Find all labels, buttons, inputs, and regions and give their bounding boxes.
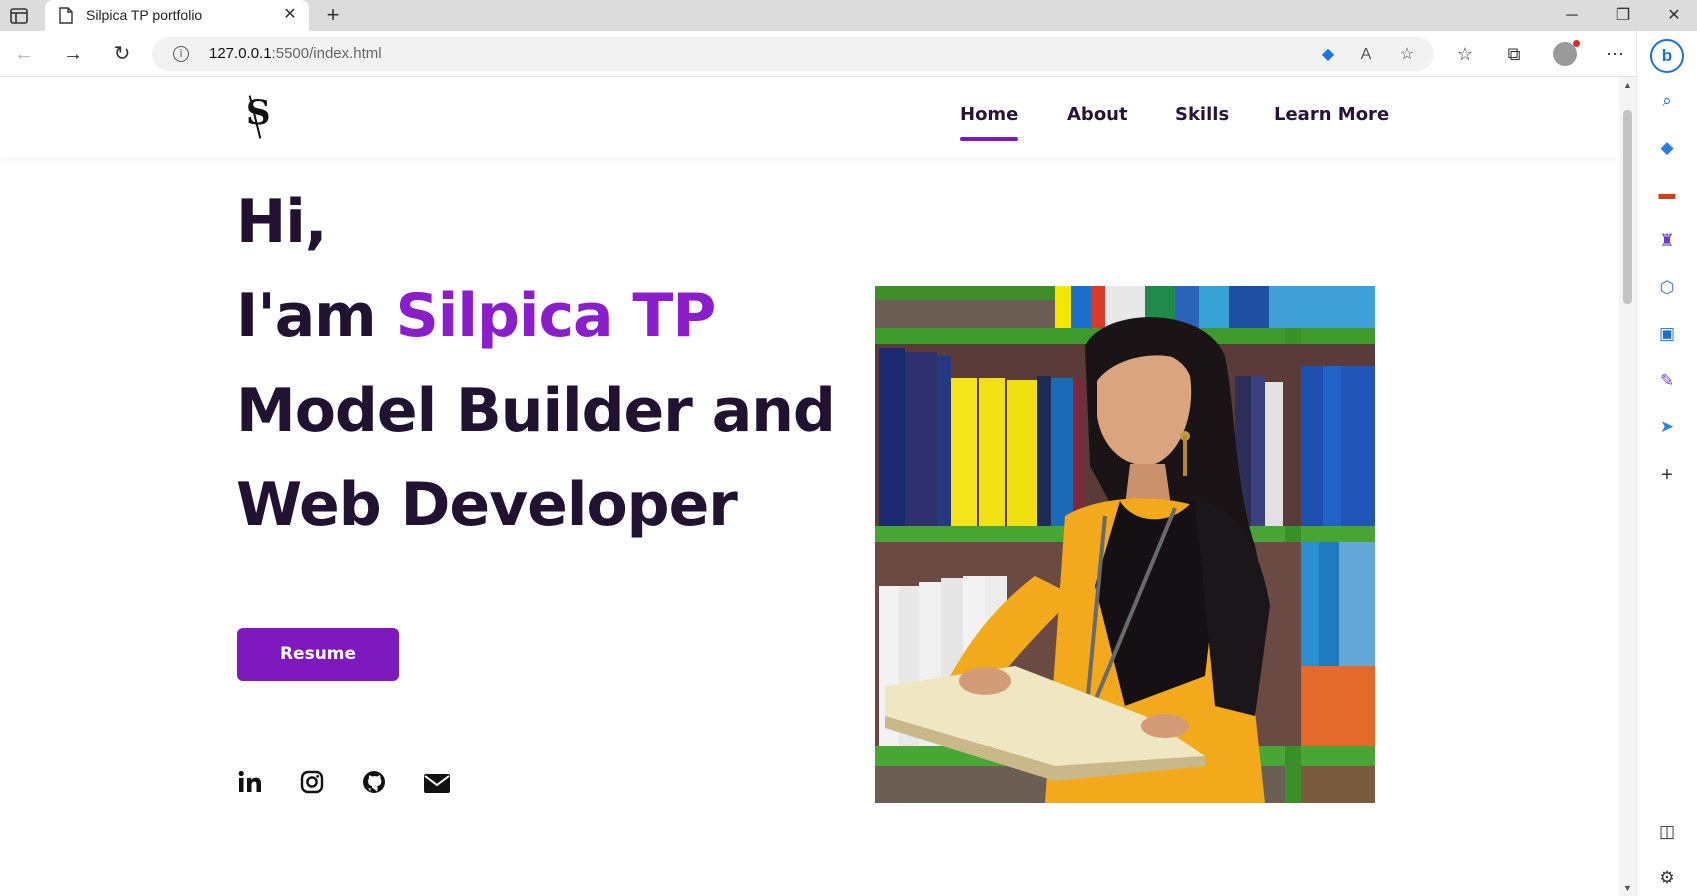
read-aloud-icon[interactable]: A [1356,45,1376,65]
page-scrollbar[interactable]: ▲ ▼ [1619,77,1636,896]
new-tab-button[interactable]: + [321,4,345,28]
site-logo[interactable]: S [246,93,271,133]
mail-icon[interactable] [423,771,450,797]
hero-greeting: Hi, [236,187,328,257]
designer-icon[interactable]: ✎ [1655,369,1679,393]
nav-skills[interactable]: Skills [1175,104,1229,125]
restore-button[interactable]: ❐ [1600,2,1646,30]
add-favorite-icon[interactable]: ☆ [1397,45,1417,65]
tab-actions-icon[interactable] [8,6,30,26]
profile-photo [875,286,1375,803]
forward-button[interactable]: → [60,41,86,67]
nav-about[interactable]: About [1067,104,1128,125]
minimize-button[interactable]: ─ [1549,2,1595,30]
search-icon[interactable]: ⌕ [1655,89,1679,113]
page-icon [59,7,73,24]
hero-role-line-1: Model Builder and [236,376,836,446]
office-icon[interactable]: ⬡ [1655,276,1679,300]
more-menu-icon[interactable]: ⋯ [1602,41,1628,67]
tab-title: Silpica TP portfolio [86,7,203,23]
tools-icon[interactable]: ▬ [1655,182,1679,206]
resume-button[interactable]: Resume [237,628,399,681]
scroll-down-icon[interactable]: ▼ [1619,883,1636,893]
site-info-icon[interactable]: i [173,46,189,62]
close-tab-icon[interactable]: ✕ [281,6,299,24]
close-window-button[interactable]: ✕ [1651,2,1697,30]
browser-toolbar: ← → ↻ i 127.0.0.1:5500/index.html ◆ A ☆ … [0,31,1697,77]
github-icon[interactable] [361,769,387,795]
edge-sidebar: b ⌕ ◆ ▬ ♜ ⬡ ▣ ✎ ➤ + ◫ ⚙ [1636,31,1697,896]
collections-icon[interactable]: ⧉ [1501,41,1527,67]
nav-home[interactable]: Home [960,104,1019,141]
favorites-icon[interactable]: ☆ [1452,41,1478,67]
outlook-icon[interactable]: ▣ [1655,322,1679,346]
add-sidebar-app-icon[interactable]: + [1655,463,1679,487]
profile-avatar[interactable] [1553,40,1580,66]
linkedin-icon[interactable] [237,769,263,795]
browser-tab[interactable]: Silpica TP portfolio ✕ [45,0,309,31]
bing-chat-icon[interactable]: b [1650,39,1684,73]
refresh-button[interactable]: ↻ [109,41,135,67]
settings-gear-icon[interactable]: ⚙ [1655,866,1679,890]
url-text[interactable]: 127.0.0.1:5500/index.html [209,45,382,62]
instagram-icon[interactable] [299,769,325,795]
sidebar-toggle-icon[interactable]: ◫ [1655,820,1679,844]
address-bar[interactable]: i 127.0.0.1:5500/index.html ◆ A ☆ [152,37,1434,71]
scroll-up-icon[interactable]: ▲ [1619,80,1636,90]
scrollbar-thumb[interactable] [1623,110,1632,304]
hero-intro-prefix: I'am [236,281,396,351]
shopping-tag-icon[interactable]: ◆ [1655,136,1679,160]
site-header: S Home About Skills Learn More [0,77,1619,157]
back-button[interactable]: ← [11,41,37,67]
send-icon[interactable]: ➤ [1655,415,1679,439]
coupon-icon[interactable]: ◆ [1318,45,1338,65]
nav-learn-more[interactable]: Learn More [1274,104,1389,125]
hero-role-line-2: Web Developer [236,470,738,540]
browser-tab-strip: Silpica TP portfolio ✕ + ─ ❐ ✕ [0,0,1697,31]
games-icon[interactable]: ♜ [1655,229,1679,253]
hero-intro: I'am Silpica TP [236,281,717,351]
portfolio-page: S Home About Skills Learn More Hi, I'am … [0,77,1619,896]
hero-name: Silpica TP [395,281,717,351]
